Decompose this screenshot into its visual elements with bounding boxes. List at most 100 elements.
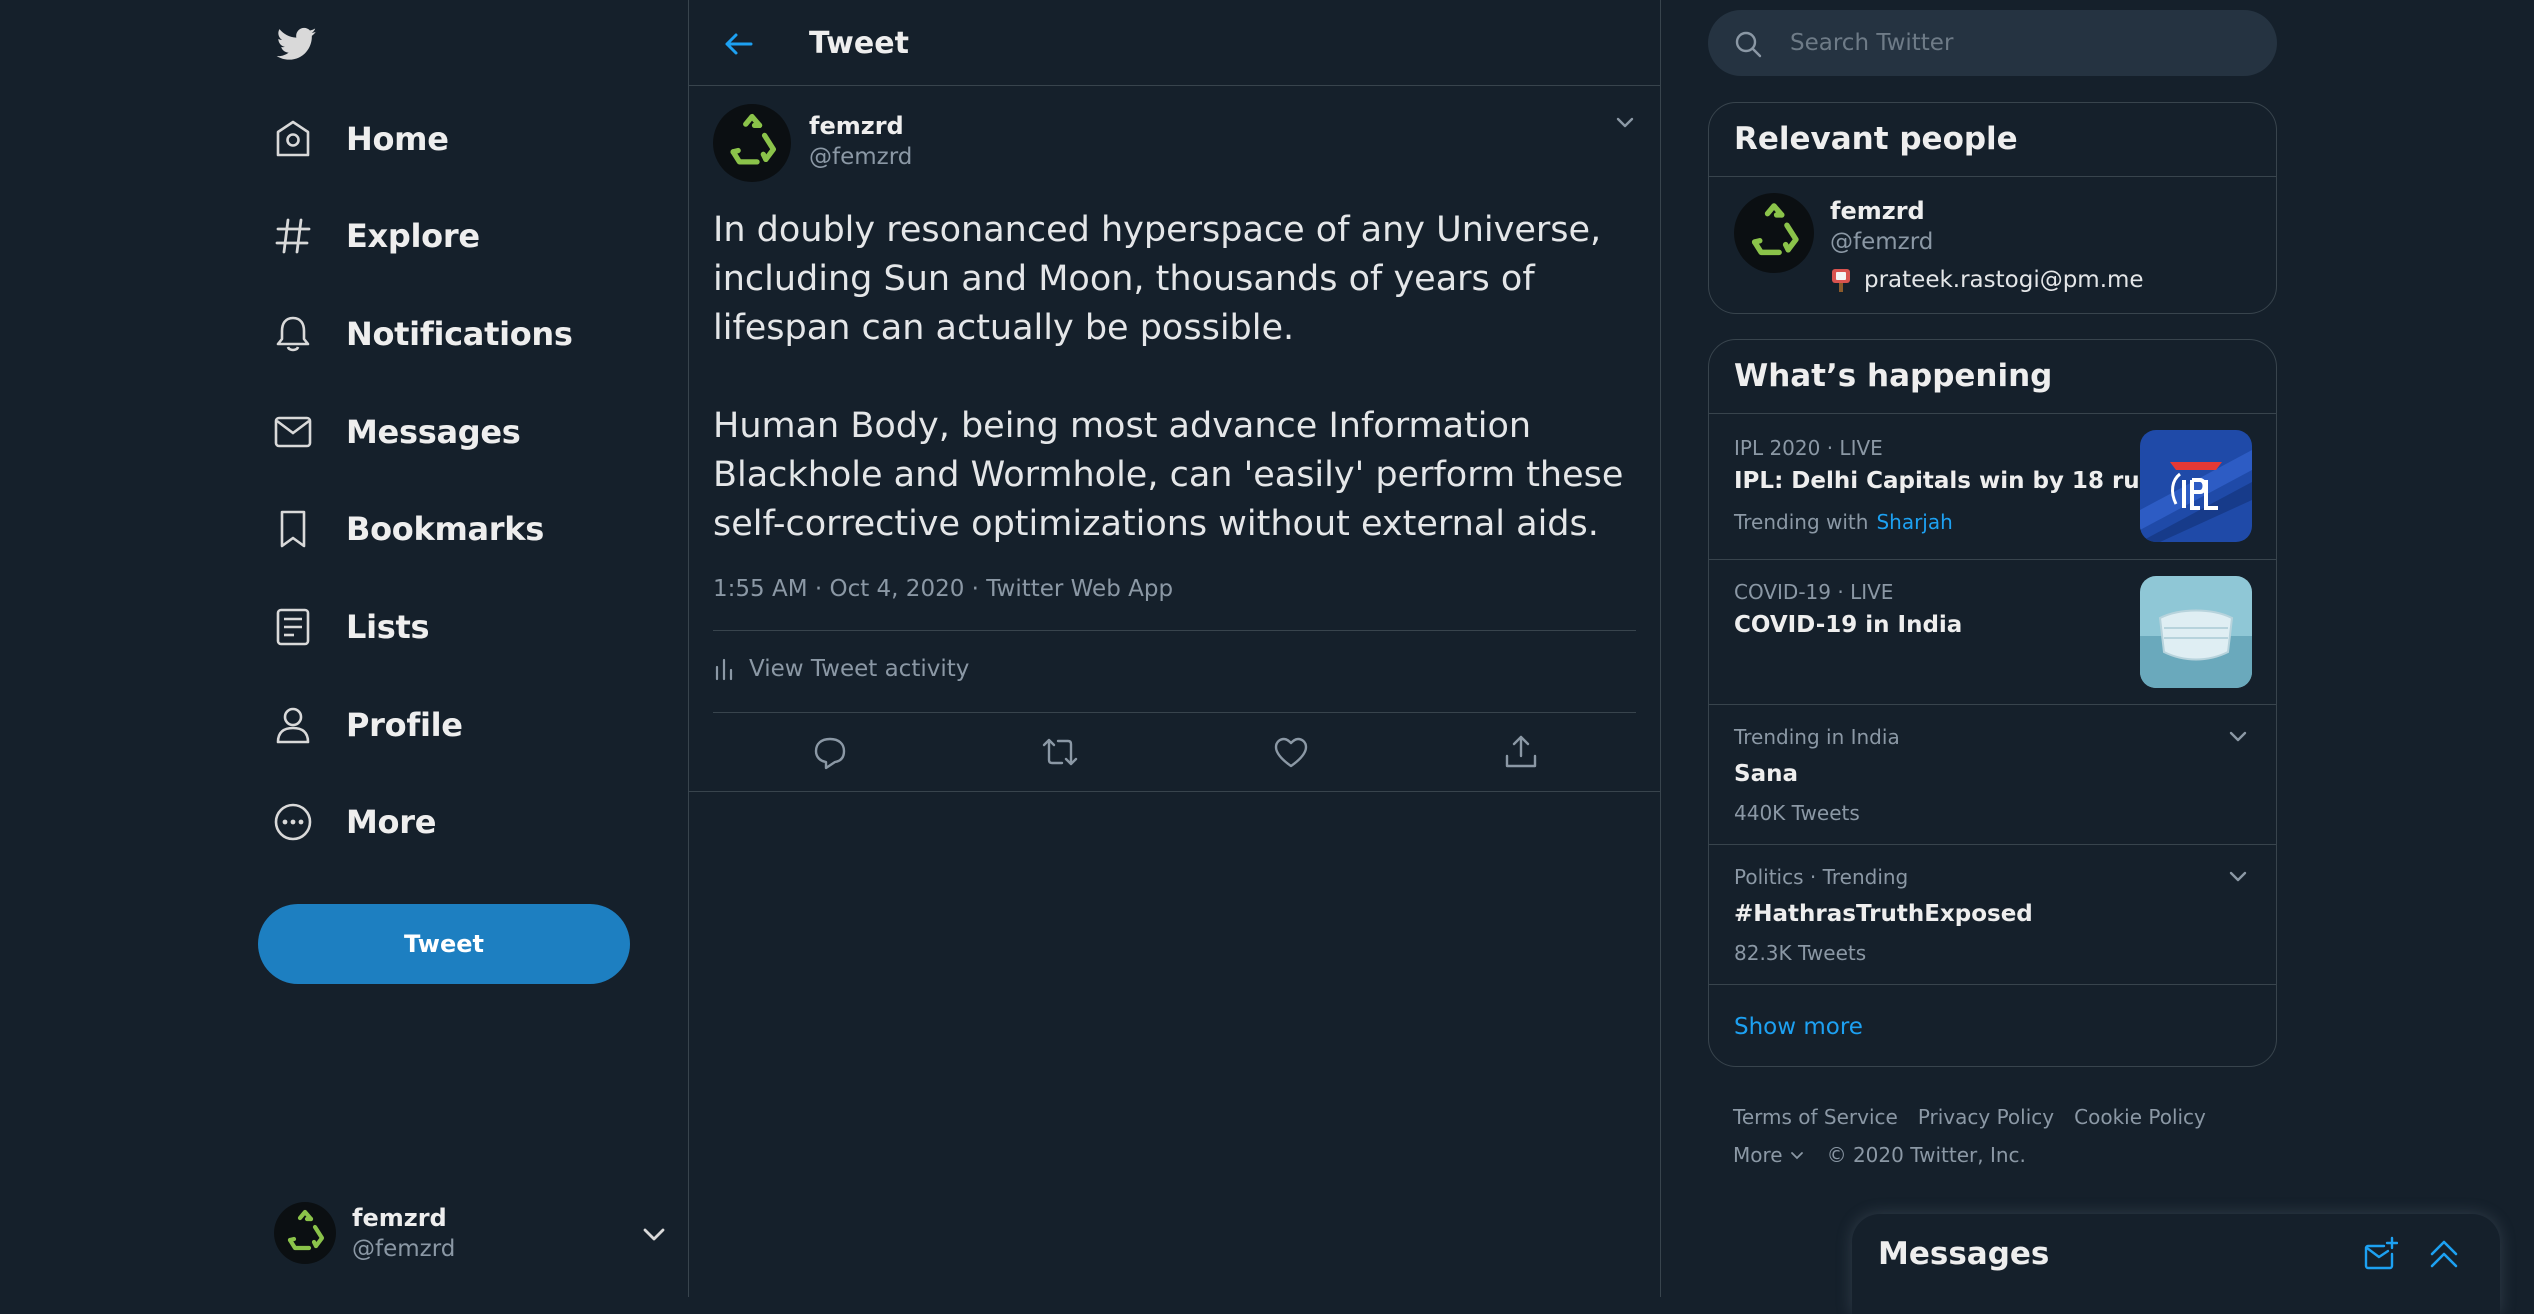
trend-title: IPL: Delhi Capitals win by 18 runs bbox=[1734, 468, 2170, 494]
nav-notifications-label: Notifications bbox=[346, 315, 573, 353]
account-handle: @femzrd bbox=[352, 1236, 456, 1262]
trend-context: Trending in India bbox=[1734, 725, 1900, 749]
person-bio-text: prateek.rastogi@pm.me bbox=[1864, 267, 2144, 293]
envelope-icon bbox=[272, 411, 314, 453]
page-title: Tweet bbox=[809, 26, 909, 61]
search-icon bbox=[1734, 30, 1762, 58]
person-handle[interactable]: @femzrd bbox=[1830, 229, 1933, 255]
copyright: © 2020 Twitter, Inc. bbox=[1826, 1143, 2026, 1167]
nav-profile-label: Profile bbox=[346, 706, 463, 744]
chevron-down-icon[interactable] bbox=[1611, 108, 1639, 136]
search-bar[interactable] bbox=[1708, 10, 2277, 76]
nav-messages[interactable]: Messages bbox=[272, 396, 521, 468]
privacy-link[interactable]: Privacy Policy bbox=[1918, 1105, 2054, 1129]
footer-links: Terms of Service Privacy Policy Cookie Pol… bbox=[1733, 1098, 2273, 1174]
tweet-paragraph: In doubly resonanced hyperspace of any U… bbox=[713, 210, 1602, 348]
list-icon bbox=[272, 606, 314, 648]
person-name[interactable]: femzrd bbox=[1830, 197, 1925, 225]
search-input[interactable] bbox=[1790, 22, 2250, 64]
left-sidebar: Home Explore Notifications Messages Book… bbox=[258, 0, 688, 1297]
tweet-author-name[interactable]: femzrd bbox=[809, 112, 904, 140]
view-tweet-activity[interactable]: View Tweet activity bbox=[713, 656, 969, 682]
nav-bookmarks-label: Bookmarks bbox=[346, 510, 544, 548]
trend-context: COVID-19 · LIVE bbox=[1734, 580, 1894, 604]
account-name: femzrd bbox=[352, 1204, 447, 1232]
nav-more-label: More bbox=[346, 803, 437, 841]
nav-lists-label: Lists bbox=[346, 608, 430, 646]
bar-chart-icon bbox=[713, 657, 735, 681]
person-bio: prateek.rastogi@pm.me bbox=[1830, 267, 2144, 293]
footer-more-link[interactable]: More bbox=[1733, 1136, 1783, 1174]
new-message-icon[interactable] bbox=[2362, 1236, 2398, 1272]
tweet-paragraph: Human Body, being most advance Informati… bbox=[713, 406, 1624, 544]
trend-title: #HathrasTruthExposed bbox=[1734, 901, 2033, 927]
cookie-link[interactable]: Cookie Policy bbox=[2074, 1105, 2206, 1129]
divider bbox=[713, 712, 1636, 713]
nav-messages-label: Messages bbox=[346, 413, 521, 451]
nav-profile[interactable]: Profile bbox=[272, 689, 463, 761]
nav-more[interactable]: More bbox=[272, 786, 436, 858]
tweet-button[interactable]: Tweet bbox=[258, 904, 630, 984]
column-header: Tweet bbox=[689, 0, 1660, 86]
avatar bbox=[274, 1202, 336, 1264]
show-more-link[interactable]: Show more bbox=[1734, 1014, 1863, 1040]
chevron-down-icon[interactable] bbox=[2225, 863, 2251, 889]
divider bbox=[713, 630, 1636, 631]
trend-context: Politics · Trending bbox=[1734, 865, 1909, 889]
tweet-author-avatar[interactable] bbox=[713, 104, 791, 182]
nav-lists[interactable]: Lists bbox=[272, 591, 430, 663]
home-icon bbox=[272, 118, 314, 160]
retweet-icon[interactable] bbox=[1040, 732, 1080, 772]
whats-happening-panel: What’s happening IPL 2020 · LIVE IPL: De… bbox=[1708, 339, 2277, 1067]
more-circle-icon bbox=[272, 801, 314, 843]
chevron-double-up-icon[interactable] bbox=[2426, 1236, 2462, 1272]
view-tweet-activity-label: View Tweet activity bbox=[749, 656, 970, 682]
twitter-logo-icon[interactable] bbox=[274, 24, 320, 64]
trend-item[interactable]: Trending in India Sana 440K Tweets bbox=[1709, 704, 2276, 844]
mailbox-icon bbox=[1830, 267, 1852, 293]
avatar[interactable] bbox=[1734, 193, 1814, 273]
account-switcher[interactable]: femzrd @femzrd bbox=[274, 1198, 665, 1268]
nav-explore-label: Explore bbox=[346, 217, 480, 255]
relevant-people-panel: Relevant people femzrd @femzrd prateek.r… bbox=[1708, 102, 2277, 314]
bookmark-icon bbox=[272, 508, 314, 550]
nav-home[interactable]: Home bbox=[272, 103, 449, 175]
like-heart-icon[interactable] bbox=[1271, 732, 1311, 772]
trend-item[interactable]: COVID-19 · LIVE COVID-19 in India bbox=[1709, 559, 2276, 704]
back-arrow-icon[interactable] bbox=[721, 26, 757, 62]
trend-tweet-count: 82.3K Tweets bbox=[1734, 941, 1867, 965]
nav-notifications[interactable]: Notifications bbox=[272, 298, 573, 370]
trend-item[interactable]: IPL 2020 · LIVE IPL: Delhi Capitals win … bbox=[1709, 414, 2276, 559]
tweet-text: In doubly resonanced hyperspace of any U… bbox=[713, 206, 1643, 549]
chevron-down-icon[interactable] bbox=[1789, 1147, 1805, 1163]
trend-subtitle: Trending with Sharjah bbox=[1734, 510, 1953, 534]
nav-bookmarks[interactable]: Bookmarks bbox=[272, 493, 544, 565]
face-mask-thumbnail-image bbox=[2140, 576, 2252, 688]
bell-icon bbox=[272, 313, 314, 355]
tweet-column: Tweet femzrd @femzrd In doubly resonance… bbox=[688, 0, 1661, 1297]
trend-item[interactable]: Politics · Trending #HathrasTruthExposed… bbox=[1709, 844, 2276, 984]
ipl-thumbnail-image bbox=[2140, 430, 2252, 542]
trending-with-link[interactable]: Sharjah bbox=[1876, 510, 1952, 534]
person-icon bbox=[272, 704, 314, 746]
chevron-down-icon[interactable] bbox=[640, 1220, 668, 1248]
tweet-author-handle[interactable]: @femzrd bbox=[809, 144, 912, 170]
tweet-timestamp[interactable]: 1:55 AM · Oct 4, 2020 · Twitter Web App bbox=[713, 576, 1173, 602]
terms-link[interactable]: Terms of Service bbox=[1733, 1105, 1898, 1129]
trend-tweet-count: 440K Tweets bbox=[1734, 801, 1860, 825]
reply-icon[interactable] bbox=[810, 732, 850, 772]
trend-title: COVID-19 in India bbox=[1734, 612, 1963, 638]
trend-context: IPL 2020 · LIVE bbox=[1734, 436, 1883, 460]
share-icon[interactable] bbox=[1501, 732, 1541, 772]
messages-dock-title: Messages bbox=[1878, 1236, 2050, 1272]
hashtag-icon bbox=[272, 215, 314, 257]
trend-title: Sana bbox=[1734, 761, 1798, 787]
nav-explore[interactable]: Explore bbox=[272, 200, 480, 272]
trending-with-label: Trending with bbox=[1734, 510, 1869, 534]
nav-home-label: Home bbox=[346, 120, 449, 158]
panel-title: Relevant people bbox=[1709, 103, 2276, 177]
messages-dock[interactable]: Messages bbox=[1852, 1214, 2500, 1314]
chevron-down-icon[interactable] bbox=[2225, 723, 2251, 749]
panel-title: What’s happening bbox=[1709, 340, 2276, 414]
divider bbox=[689, 791, 1660, 792]
